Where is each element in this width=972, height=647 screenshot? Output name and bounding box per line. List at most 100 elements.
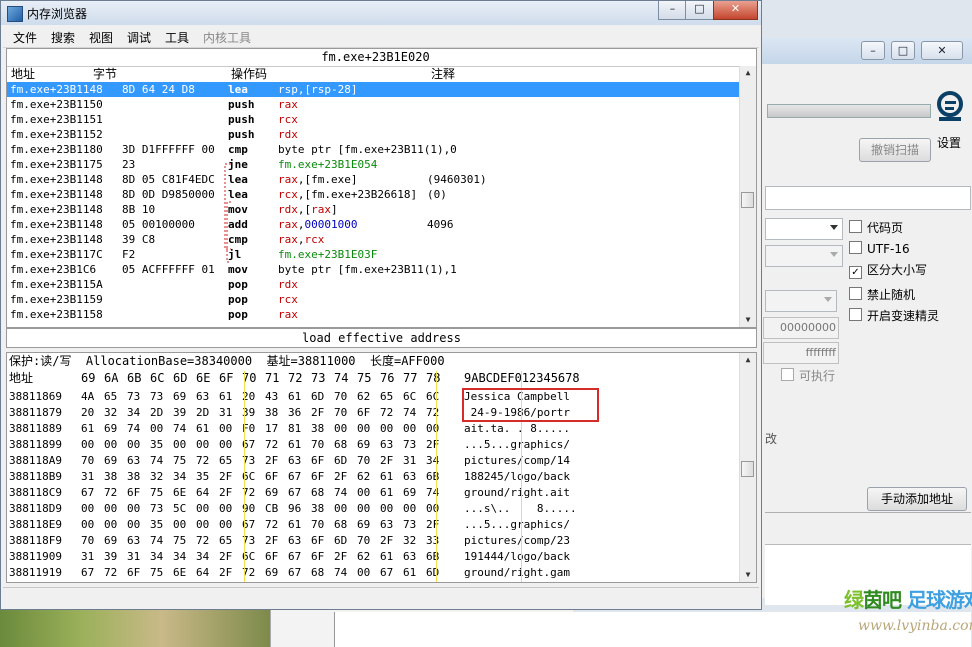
hex-byte[interactable]: 00 xyxy=(219,501,232,517)
hex-byte[interactable]: 00 xyxy=(127,501,140,517)
hex-byte[interactable]: 00 xyxy=(104,437,117,453)
cheat-engine-logo-icon[interactable] xyxy=(937,90,963,122)
hex-byte[interactable]: 32 xyxy=(150,469,163,485)
menu-debug[interactable]: 调试 xyxy=(127,29,151,46)
hex-byte[interactable]: 00 xyxy=(403,501,416,517)
hex-byte[interactable]: 00 xyxy=(173,517,186,533)
hex-byte[interactable]: 6D xyxy=(426,565,439,581)
disassembly-row[interactable]: fm.exe+23B1148 8D 05 C81F4EDC lea rax,[fm.e… xyxy=(7,172,744,187)
column-opcode[interactable]: 操作码 xyxy=(231,67,267,82)
hex-byte[interactable]: 63 xyxy=(288,533,301,549)
hex-byte[interactable]: 73 xyxy=(150,501,163,517)
start-address-field[interactable]: 00000000 xyxy=(763,317,839,339)
hex-byte[interactable]: 62 xyxy=(357,389,370,405)
scan-value-input[interactable] xyxy=(765,186,971,210)
hex-row-ascii[interactable]: ground/right.gam xyxy=(464,565,570,581)
close-button[interactable]: ✕ xyxy=(713,1,758,20)
hex-byte[interactable]: 2F xyxy=(426,517,439,533)
hex-byte[interactable]: 65 xyxy=(219,453,232,469)
hex-scrollbar[interactable]: ▲ ▼ xyxy=(739,353,756,582)
hex-byte[interactable]: 00 xyxy=(104,501,117,517)
hex-byte[interactable]: 65 xyxy=(380,389,393,405)
hex-byte[interactable]: 00 xyxy=(81,517,94,533)
hex-byte[interactable]: 61 xyxy=(380,485,393,501)
hex-byte[interactable]: 81 xyxy=(288,421,301,437)
hex-byte[interactable]: 69 xyxy=(104,453,117,469)
hex-view[interactable]: 保护:读/写 AllocationBase=38340000 基址=388110… xyxy=(6,352,757,583)
hex-byte[interactable]: 00 xyxy=(334,501,347,517)
hex-row[interactable]: 38811919 67 72 6F 75 6E 64 2F 72 69 67 68 74 00 67 61 6D… xyxy=(7,565,742,581)
hex-byte[interactable]: 6B xyxy=(426,549,439,565)
hex-byte[interactable]: 75 xyxy=(150,485,163,501)
hex-byte[interactable]: 65 xyxy=(219,533,232,549)
hex-byte[interactable]: 00 xyxy=(380,421,393,437)
hex-row[interactable]: 388118C9 67 72 6F 75 6E 64 2F 72 69 67 68 74 00 61 69 74… xyxy=(7,485,742,501)
hex-byte[interactable]: 61 xyxy=(219,389,232,405)
hex-byte[interactable]: 39 xyxy=(104,549,117,565)
executable-checkbox[interactable]: 可执行 xyxy=(781,367,835,384)
hex-byte[interactable]: 75 xyxy=(173,453,186,469)
hex-byte[interactable]: 74 xyxy=(334,565,347,581)
hex-byte[interactable]: 61 xyxy=(288,389,301,405)
hex-byte[interactable]: 61 xyxy=(403,565,416,581)
hex-byte[interactable]: 38 xyxy=(311,501,324,517)
disassembler-view[interactable]: fm.exe+23B1E020 地址 字节 操作码 注释 fm.exe+23B1… xyxy=(6,48,757,328)
hex-byte[interactable]: 00 xyxy=(150,421,163,437)
hex-byte[interactable]: 67 xyxy=(81,565,94,581)
hex-row-ascii[interactable]: ...5...graphics/ xyxy=(464,437,570,453)
hex-byte[interactable]: 6C xyxy=(403,389,416,405)
hex-byte[interactable]: 69 xyxy=(357,437,370,453)
hex-row-ascii[interactable]: 191444/logo/back xyxy=(464,549,570,565)
undo-scan-button[interactable]: 撤销扫描 xyxy=(859,138,931,162)
disassembly-row[interactable]: fm.exe+23B1148 05 00100000 add rax,00001000… xyxy=(7,217,744,232)
hex-byte[interactable]: 67 xyxy=(288,565,301,581)
menu-tools[interactable]: 工具 xyxy=(165,29,189,46)
hex-byte[interactable]: 96 xyxy=(288,501,301,517)
disassembler-scrollbar[interactable]: ▲ ▼ xyxy=(739,66,756,327)
hex-byte[interactable]: 74 xyxy=(127,421,140,437)
hex-byte[interactable]: 68 xyxy=(311,565,324,581)
hex-byte[interactable]: 6E xyxy=(173,485,186,501)
hex-byte[interactable]: 74 xyxy=(426,485,439,501)
hex-byte[interactable]: 67 xyxy=(81,485,94,501)
hex-byte[interactable]: 63 xyxy=(380,517,393,533)
hex-byte[interactable]: 69 xyxy=(357,517,370,533)
hex-byte[interactable]: 65 xyxy=(104,389,117,405)
disable-random-checkbox[interactable]: 禁止随机 xyxy=(849,287,915,303)
hex-byte[interactable]: 69 xyxy=(265,565,278,581)
hex-byte[interactable]: 75 xyxy=(150,565,163,581)
disassembly-row[interactable]: fm.exe+23B1180 3D D1FFFFFF 00 cmp byte ptr … xyxy=(7,142,744,157)
menu-file[interactable]: 文件 xyxy=(13,29,37,46)
hex-byte[interactable]: 73 xyxy=(127,389,140,405)
hex-byte[interactable]: 72 xyxy=(265,517,278,533)
hex-byte[interactable]: 00 xyxy=(127,517,140,533)
hex-byte[interactable]: 72 xyxy=(380,405,393,421)
hex-row[interactable]: 38811869 4A 65 73 73 69 63 61 20 43 61 6D 70 62 65 6C 6C… xyxy=(7,389,742,405)
memory-region-select[interactable] xyxy=(765,290,837,312)
hex-byte[interactable]: 74 xyxy=(150,453,163,469)
column-comment[interactable]: 注释 xyxy=(431,67,455,82)
hex-byte[interactable]: 70 xyxy=(311,437,324,453)
hex-byte[interactable]: 69 xyxy=(265,485,278,501)
hex-row[interactable]: 388118A9 70 69 63 74 75 72 65 73 2F 63 6F 6D 70 2F 31 34… xyxy=(7,453,742,469)
hex-byte[interactable]: 34 xyxy=(127,405,140,421)
hex-row[interactable]: 38811889 61 69 74 00 74 61 00 F0 17 81 38 00 00 00 00 00… xyxy=(7,421,742,437)
hex-byte[interactable]: 62 xyxy=(357,549,370,565)
hex-byte[interactable]: 2F xyxy=(334,469,347,485)
hex-byte[interactable]: 67 xyxy=(288,485,301,501)
hex-row-ascii[interactable]: pictures/comp/14 xyxy=(464,453,570,469)
disassembly-row[interactable]: fm.exe+23B1148 8D 0D D9850000 lea rcx,[fm.e… xyxy=(7,187,744,202)
disassembly-row[interactable]: fm.exe+23B1150 push rax xyxy=(7,97,744,112)
hex-byte[interactable]: 33 xyxy=(426,533,439,549)
disassembly-row[interactable]: fm.exe+23B1148 39 C8 cmp rax,rcx xyxy=(7,232,744,247)
hex-byte[interactable]: 2F xyxy=(265,533,278,549)
disassembly-row[interactable]: fm.exe+23B1175 23 jne fm.exe+23B1E054 xyxy=(7,157,744,172)
hex-byte[interactable]: 6C xyxy=(426,389,439,405)
hex-byte[interactable]: 72 xyxy=(196,533,209,549)
hex-byte[interactable]: 68 xyxy=(334,517,347,533)
hex-row[interactable]: 388118D9 00 00 00 73 5C 00 00 90 CB 96 38 00 00 00 00 00… xyxy=(7,501,742,517)
hex-byte[interactable]: 70 xyxy=(357,533,370,549)
hex-byte[interactable]: 00 xyxy=(219,421,232,437)
value-type-select[interactable] xyxy=(765,245,843,267)
hex-byte[interactable]: 74 xyxy=(150,533,163,549)
